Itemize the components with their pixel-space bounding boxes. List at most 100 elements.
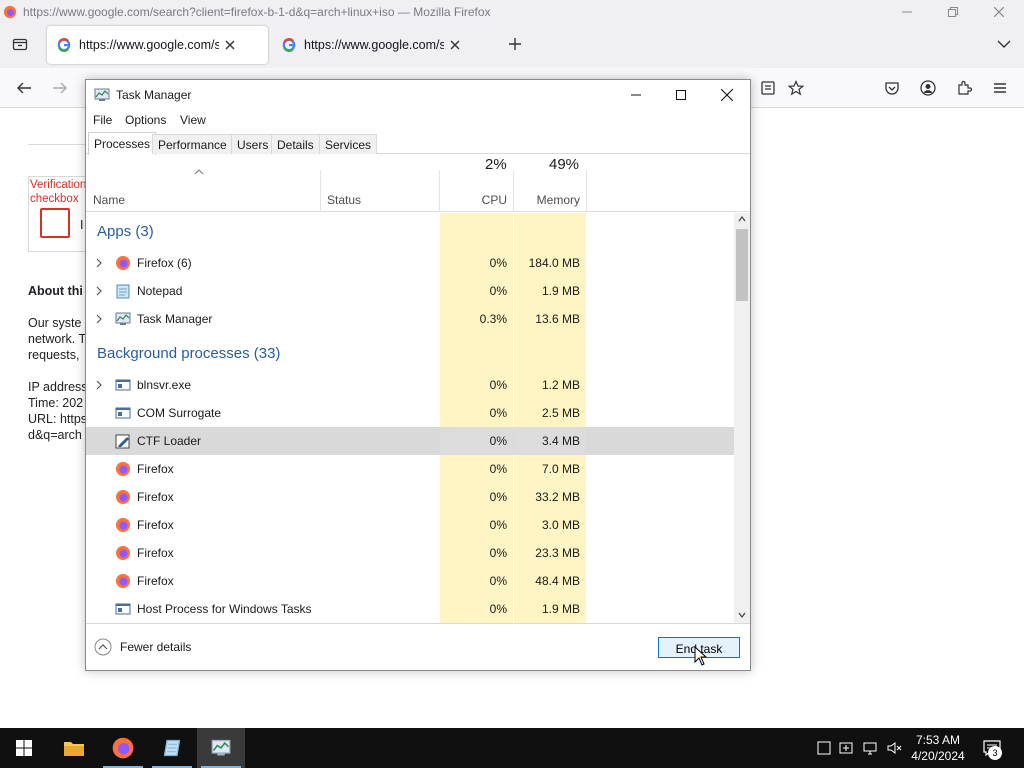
close-icon	[994, 7, 1004, 17]
process-row-selected[interactable]: CTF Loader 0% 3.4 MB	[86, 427, 734, 455]
firefox-view-button[interactable]	[8, 32, 32, 56]
volume-muted-icon[interactable]	[886, 740, 902, 756]
divider	[28, 144, 88, 145]
scrollbar-thumb[interactable]	[736, 229, 748, 301]
verification-checkbox[interactable]	[40, 208, 70, 238]
tab-details[interactable]: Details	[271, 134, 320, 154]
firefox-icon	[112, 737, 134, 759]
pocket-button[interactable]	[880, 76, 904, 100]
process-cpu: 0%	[489, 256, 507, 270]
tm-minimize-button[interactable]	[613, 80, 659, 110]
mouse-cursor-icon	[694, 646, 708, 666]
taskbar-file-explorer[interactable]	[50, 728, 98, 768]
tab-processes[interactable]: Processes	[88, 132, 157, 155]
tab-2[interactable]: https://www.google.com/search?client=fir…	[272, 26, 493, 64]
scroll-up-icon[interactable]	[738, 216, 746, 222]
window-app-icon	[115, 603, 131, 615]
taskbar-task-manager[interactable]	[197, 728, 245, 768]
taskbar-notepad[interactable]	[148, 728, 196, 768]
minimize-icon	[631, 94, 641, 96]
tab-services[interactable]: Services	[319, 134, 378, 154]
close-tab-icon[interactable]	[448, 38, 462, 52]
process-cpu: 0%	[489, 284, 507, 298]
chevron-up-circle-icon[interactable]	[94, 638, 112, 656]
process-row[interactable]: Task Manager 0.3% 13.6 MB	[86, 305, 734, 333]
process-row[interactable]: Notepad 0% 1.9 MB	[86, 277, 734, 305]
fewer-details-link[interactable]: Fewer details	[120, 640, 191, 654]
scroll-down-icon[interactable]	[738, 612, 746, 618]
tm-maximize-button[interactable]	[658, 80, 704, 110]
tab-1[interactable]: https://www.google.com/search?client=fir…	[47, 26, 268, 64]
minimize-button[interactable]	[884, 0, 930, 24]
process-name: Task Manager	[137, 312, 213, 326]
task-manager-titlebar[interactable]: Task Manager	[86, 80, 750, 110]
menu-options[interactable]: Options	[125, 113, 166, 127]
tab-bar: Processes Performance Users Details Serv…	[86, 132, 750, 155]
column-status[interactable]: Status	[321, 170, 440, 212]
tab-strip: https://www.google.com/search?client=fir…	[0, 24, 1024, 68]
tm-close-button[interactable]	[704, 80, 750, 110]
pocket-icon	[885, 82, 899, 95]
menu-view[interactable]: View	[180, 113, 206, 127]
new-tab-button[interactable]	[503, 32, 527, 56]
process-name: Notepad	[137, 284, 183, 298]
process-row[interactable]: Firefox 0% 3.0 MB	[86, 511, 734, 539]
app-menu-button[interactable]	[988, 76, 1012, 100]
process-name: blnsvr.exe	[137, 378, 192, 392]
security-icon[interactable]	[838, 740, 854, 756]
column-memory[interactable]: Memory	[514, 170, 587, 212]
reader-view-button[interactable]	[756, 76, 780, 100]
column-status-label: Status	[327, 193, 362, 207]
process-row[interactable]: Firefox 0% 33.2 MB	[86, 483, 734, 511]
process-memory: 7.0 MB	[541, 462, 580, 476]
list-all-tabs-button[interactable]	[992, 32, 1016, 56]
cpu-total: 2%	[485, 156, 507, 173]
process-row[interactable]: COM Surrogate 0% 2.5 MB	[86, 399, 734, 427]
paragraph-line: requests,	[28, 348, 80, 362]
system-clock[interactable]: 7:53 AM 4/20/2024	[904, 732, 972, 764]
notification-count-badge: 3	[988, 746, 1002, 760]
column-cpu[interactable]: CPU	[440, 170, 514, 212]
expand-chevron-icon[interactable]	[95, 314, 103, 324]
process-row[interactable]: Host Process for Windows Tasks 0% 1.9 MB	[86, 595, 734, 623]
column-name[interactable]: Name	[86, 170, 321, 212]
star-icon	[788, 80, 804, 96]
bookmark-button[interactable]	[784, 76, 808, 100]
paragraph-line: Our syste	[28, 316, 82, 330]
process-cpu: 0%	[489, 462, 507, 476]
expand-chevron-icon[interactable]	[95, 258, 103, 268]
start-button[interactable]	[0, 728, 48, 768]
vertical-scrollbar[interactable]	[734, 213, 750, 623]
tab-performance[interactable]: Performance	[152, 134, 233, 154]
process-row[interactable]: Firefox 0% 23.3 MB	[86, 539, 734, 567]
expand-chevron-icon[interactable]	[95, 380, 103, 390]
firefox-titlebar: https://www.google.com/search?client=fir…	[0, 0, 1024, 24]
account-icon	[920, 80, 936, 96]
account-button[interactable]	[916, 76, 940, 100]
process-row[interactable]: Firefox (6) 0% 184.0 MB	[86, 249, 734, 277]
close-window-button[interactable]	[976, 0, 1022, 24]
desktop-peek-icon[interactable]	[816, 740, 832, 756]
expand-chevron-icon[interactable]	[95, 286, 103, 296]
extensions-button[interactable]	[952, 76, 976, 100]
process-row[interactable]: blnsvr.exe 0% 1.2 MB	[86, 371, 734, 399]
menu-file[interactable]: File	[93, 113, 112, 127]
restore-button[interactable]	[930, 0, 976, 24]
clock-time: 7:53 AM	[915, 733, 961, 747]
process-memory: 1.9 MB	[541, 602, 580, 616]
process-row[interactable]: Firefox 0% 48.4 MB	[86, 567, 734, 595]
firefox-icon	[116, 574, 130, 588]
process-cpu: 0%	[489, 574, 507, 588]
taskbar-firefox[interactable]	[99, 728, 147, 768]
memory-total: 49%	[549, 156, 580, 173]
process-memory: 48.4 MB	[535, 574, 580, 588]
back-button[interactable]	[12, 76, 36, 100]
process-name: CTF Loader	[137, 434, 202, 448]
process-row[interactable]: Firefox 0% 7.0 MB	[86, 455, 734, 483]
tab-users[interactable]: Users	[231, 134, 275, 154]
network-icon[interactable]	[862, 740, 878, 756]
forward-button[interactable]	[48, 76, 72, 100]
firefox-icon	[116, 546, 130, 560]
close-tab-icon[interactable]	[223, 38, 237, 52]
background-group-header: Background processes (33)	[97, 345, 281, 362]
